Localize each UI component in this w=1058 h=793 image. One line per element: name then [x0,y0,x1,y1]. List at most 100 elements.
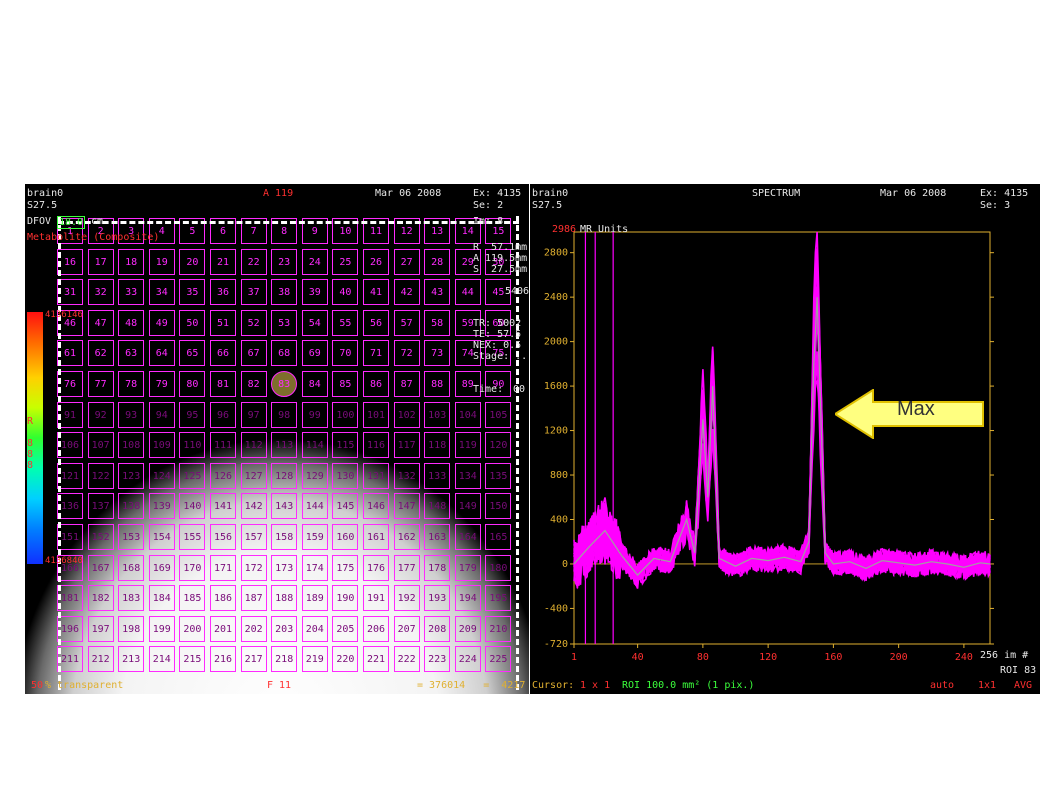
voxel-cell[interactable]: 95 [179,401,206,428]
voxel-cell[interactable]: 88 [424,371,451,397]
voxel-cell[interactable]: 217 [240,646,267,673]
voxel-cell[interactable]: 32 [87,279,114,306]
cursor-value[interactable]: 1 x 1 [580,680,610,691]
voxel-cell[interactable]: 96 [210,401,236,428]
voxel-cell[interactable]: 141 [210,493,236,520]
voxel-cell[interactable]: 190 [332,585,359,612]
voxel-cell[interactable]: 185 [179,585,206,612]
voxel-cell[interactable]: 170 [179,554,206,581]
voxel-cell[interactable]: 21 [210,248,236,275]
voxel-cell[interactable]: 107 [87,432,114,459]
voxel-cell[interactable]: 205 [332,615,359,642]
voxel-cell[interactable]: 134 [454,462,481,489]
voxel-cell[interactable]: 193 [424,585,451,612]
voxel-cell[interactable]: 100 [332,401,359,428]
voxel-cell[interactable]: 86 [363,371,389,397]
voxel-cell[interactable]: 188 [271,585,298,612]
voxel-cell[interactable]: 164 [454,524,481,550]
voxel-cell[interactable]: 127 [240,462,267,489]
voxel-cell[interactable]: 183 [118,585,145,612]
voxel-cell[interactable]: 49 [148,309,175,336]
voxel-cell[interactable]: 22 [240,248,267,275]
voxel-cell[interactable]: 220 [332,646,359,673]
voxel-cell[interactable]: 212 [87,646,114,673]
voxel-cell[interactable]: 81 [210,371,236,397]
voxel-cell[interactable]: 99 [301,401,328,428]
voxel-cell[interactable]: 182 [87,585,114,612]
scale-mode[interactable]: auto [930,680,954,691]
voxel-cell[interactable]: 209 [454,615,481,642]
voxel-cell[interactable]: 216 [210,646,236,673]
voxel-cell[interactable]: 70 [332,340,359,367]
voxel-cell[interactable]: 225 [485,646,512,673]
voxel-cell[interactable]: 124 [148,462,175,489]
voxel-cell[interactable]: 195 [485,585,512,612]
voxel-cell[interactable]: 149 [454,493,481,520]
voxel-cell[interactable]: 80 [179,371,206,397]
voxel-cell[interactable]: 78 [118,371,145,397]
voxel-cell[interactable]: 204 [301,615,328,642]
voxel-cell[interactable]: 180 [485,554,512,581]
voxel-cell[interactable]: 105 [485,401,512,428]
voxel-cell[interactable]: 140 [179,493,206,520]
voxel-cell[interactable]: 129 [301,462,328,489]
voxel-cell[interactable]: 159 [301,524,328,550]
average-mode[interactable]: AVG [1014,680,1032,691]
voxel-cell[interactable]: 110 [179,432,206,459]
voxel-cell[interactable]: 150 [485,493,512,520]
dfov-value[interactable]: 18.0 [57,216,86,229]
voxel-cell[interactable]: 154 [148,524,175,550]
voxel-cell[interactable]: 94 [148,401,175,428]
voxel-cell[interactable]: 23 [271,248,298,275]
voxel-cell[interactable]: 53 [271,309,298,336]
voxel-cell[interactable]: 186 [210,585,236,612]
voxel-cell[interactable]: 54 [301,309,328,336]
voxel-cell[interactable]: 171 [210,554,236,581]
voxel-cell[interactable]: 117 [393,432,420,459]
voxel-cell[interactable]: 189 [301,585,328,612]
voxel-cell[interactable]: 115 [332,432,359,459]
voxel-cell[interactable]: 52 [240,309,267,336]
voxel-cell[interactable]: 85 [332,371,359,397]
voxel-cell[interactable]: 174 [301,554,328,581]
voxel-cell[interactable]: 55 [332,309,359,336]
voxel-cell[interactable]: 200 [179,615,206,642]
voxel-cell[interactable]: 103 [424,401,451,428]
voxel-cell[interactable]: 58 [424,309,451,336]
voxel-cell[interactable]: 66 [210,340,236,367]
voxel-cell[interactable]: 28 [424,248,451,275]
voxel-cell[interactable]: 126 [210,462,236,489]
voxel-cell[interactable]: 197 [87,615,114,642]
voxel-cell[interactable]: 51 [210,309,236,336]
voxel-cell[interactable]: 41 [363,279,389,306]
voxel-cell[interactable]: 36 [210,279,236,306]
voxel-cell[interactable]: 142 [240,493,267,520]
voxel-cell[interactable]: 42 [393,279,420,306]
voxel-cell[interactable]: 63 [118,340,145,367]
voxel-cell[interactable]: 130 [332,462,359,489]
voxel-cell[interactable]: 118 [424,432,451,459]
voxel-cell[interactable]: 133 [424,462,451,489]
voxel-cell[interactable]: 108 [118,432,145,459]
voxel-cell[interactable]: 113 [271,432,298,459]
voxel-cell[interactable]: 146 [363,493,389,520]
voxel-cell[interactable]: 48 [118,309,145,336]
voxel-cell[interactable]: 40 [332,279,359,306]
voxel-cell[interactable]: 50 [179,309,206,336]
voxel-cell[interactable]: 177 [393,554,420,581]
voxel-cell[interactable]: 214 [148,646,175,673]
voxel-cell[interactable]: 139 [148,493,175,520]
voxel-cell[interactable]: 101 [363,401,389,428]
voxel-cell[interactable]: 178 [424,554,451,581]
voxel-cell[interactable]: 218 [271,646,298,673]
voxel-cell[interactable]: 187 [240,585,267,612]
voxel-cell[interactable]: 37 [240,279,267,306]
voxel-cell[interactable]: 57 [393,309,420,336]
voxel-cell[interactable]: 176 [363,554,389,581]
voxel-cell[interactable]: 172 [240,554,267,581]
voxel-cell[interactable]: 18 [118,248,145,275]
voxel-cell[interactable]: 97 [240,401,267,428]
voxel-cell[interactable]: 179 [454,554,481,581]
voxel-cell[interactable]: 69 [301,340,328,367]
voxel-cell[interactable]: 128 [271,462,298,489]
